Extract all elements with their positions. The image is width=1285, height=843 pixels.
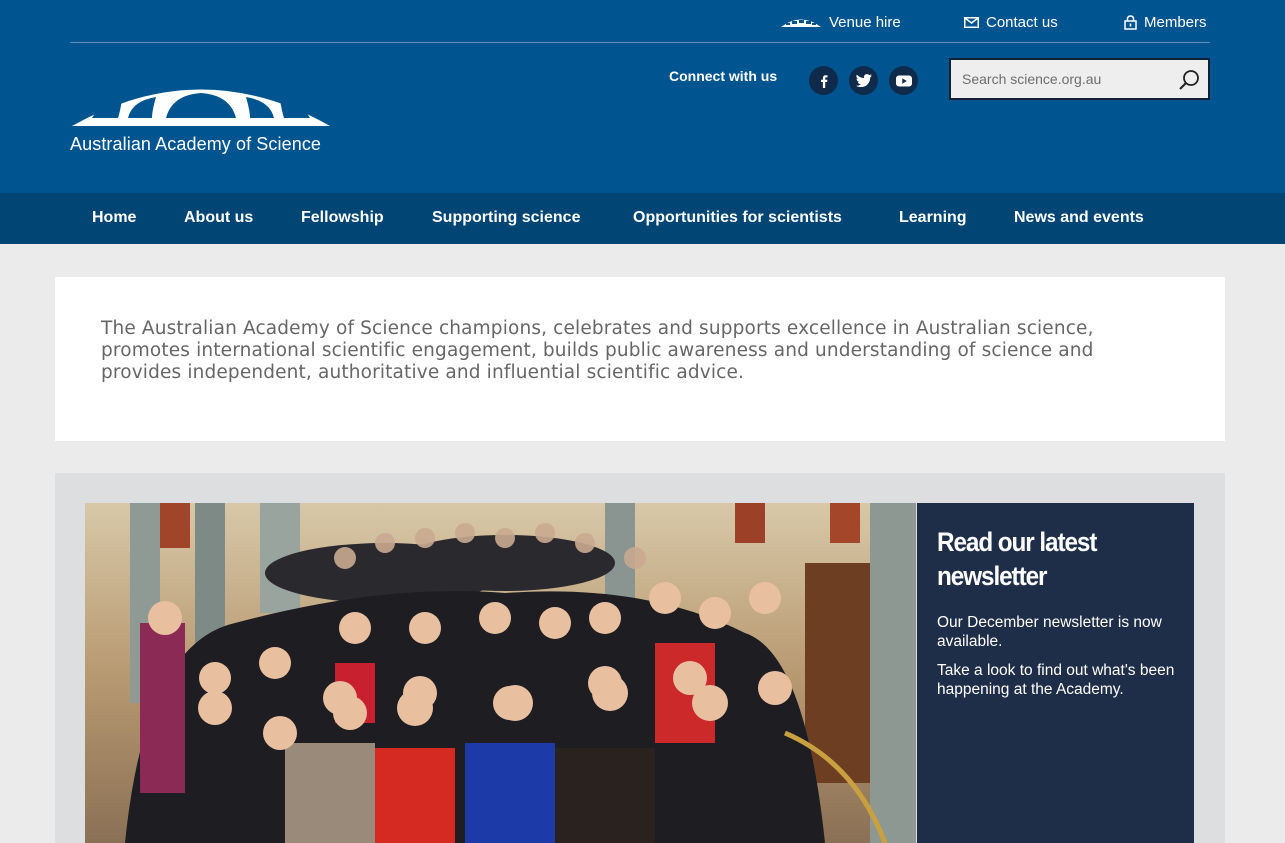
nav-news-events[interactable]: News and events xyxy=(1014,193,1144,244)
nav-learning[interactable]: Learning xyxy=(899,193,967,244)
nav-opportunities[interactable]: Opportunities for scientists xyxy=(633,193,842,244)
search-icon[interactable] xyxy=(1178,69,1200,91)
venue-hire-link[interactable]: Venue hire xyxy=(780,13,901,31)
feature-carousel: Read our latest newsletter Our December … xyxy=(55,473,1225,843)
newsletter-panel[interactable]: Read our latest newsletter Our December … xyxy=(917,503,1194,843)
newsletter-text-2: Take a look to find out what's been happ… xyxy=(937,662,1175,698)
venue-hire-label: Venue hire xyxy=(829,13,901,31)
contact-us-link[interactable]: Contact us xyxy=(964,13,1058,31)
academy-logo[interactable]: Australian Academy of Science xyxy=(70,55,332,159)
site-header: Venue hire Contact us Members Australian… xyxy=(0,0,1285,193)
search-input[interactable] xyxy=(951,60,1166,98)
nav-home[interactable]: Home xyxy=(92,193,136,244)
logo-text: Australian Academy of Science xyxy=(70,134,322,154)
youtube-icon[interactable] xyxy=(889,66,918,95)
twitter-icon[interactable] xyxy=(849,66,878,95)
utility-bar: Venue hire Contact us Members xyxy=(70,0,1210,43)
connect-label: Connect with us xyxy=(669,68,778,84)
facebook-icon[interactable] xyxy=(809,66,838,95)
newsletter-heading: Read our latest newsletter xyxy=(937,527,1097,591)
search-box xyxy=(949,58,1210,100)
intro-text: The Australian Academy of Science champi… xyxy=(101,318,1094,383)
main-nav: Home About us Fellowship Supporting scie… xyxy=(0,193,1285,244)
lock-icon xyxy=(1124,14,1137,30)
members-link[interactable]: Members xyxy=(1124,13,1207,31)
nav-supporting-science[interactable]: Supporting science xyxy=(432,193,580,244)
envelope-icon xyxy=(964,16,979,28)
members-label: Members xyxy=(1144,13,1207,31)
intro-panel: The Australian Academy of Science champi… xyxy=(55,277,1225,441)
group-photo[interactable] xyxy=(85,503,916,843)
newsletter-text-1: Our December newsletter is now available… xyxy=(937,614,1162,650)
dome-logo-icon xyxy=(72,64,330,126)
contact-us-label: Contact us xyxy=(986,13,1058,31)
nav-about-us[interactable]: About us xyxy=(184,193,253,244)
nav-fellowship[interactable]: Fellowship xyxy=(301,193,384,244)
dome-icon xyxy=(781,19,821,27)
